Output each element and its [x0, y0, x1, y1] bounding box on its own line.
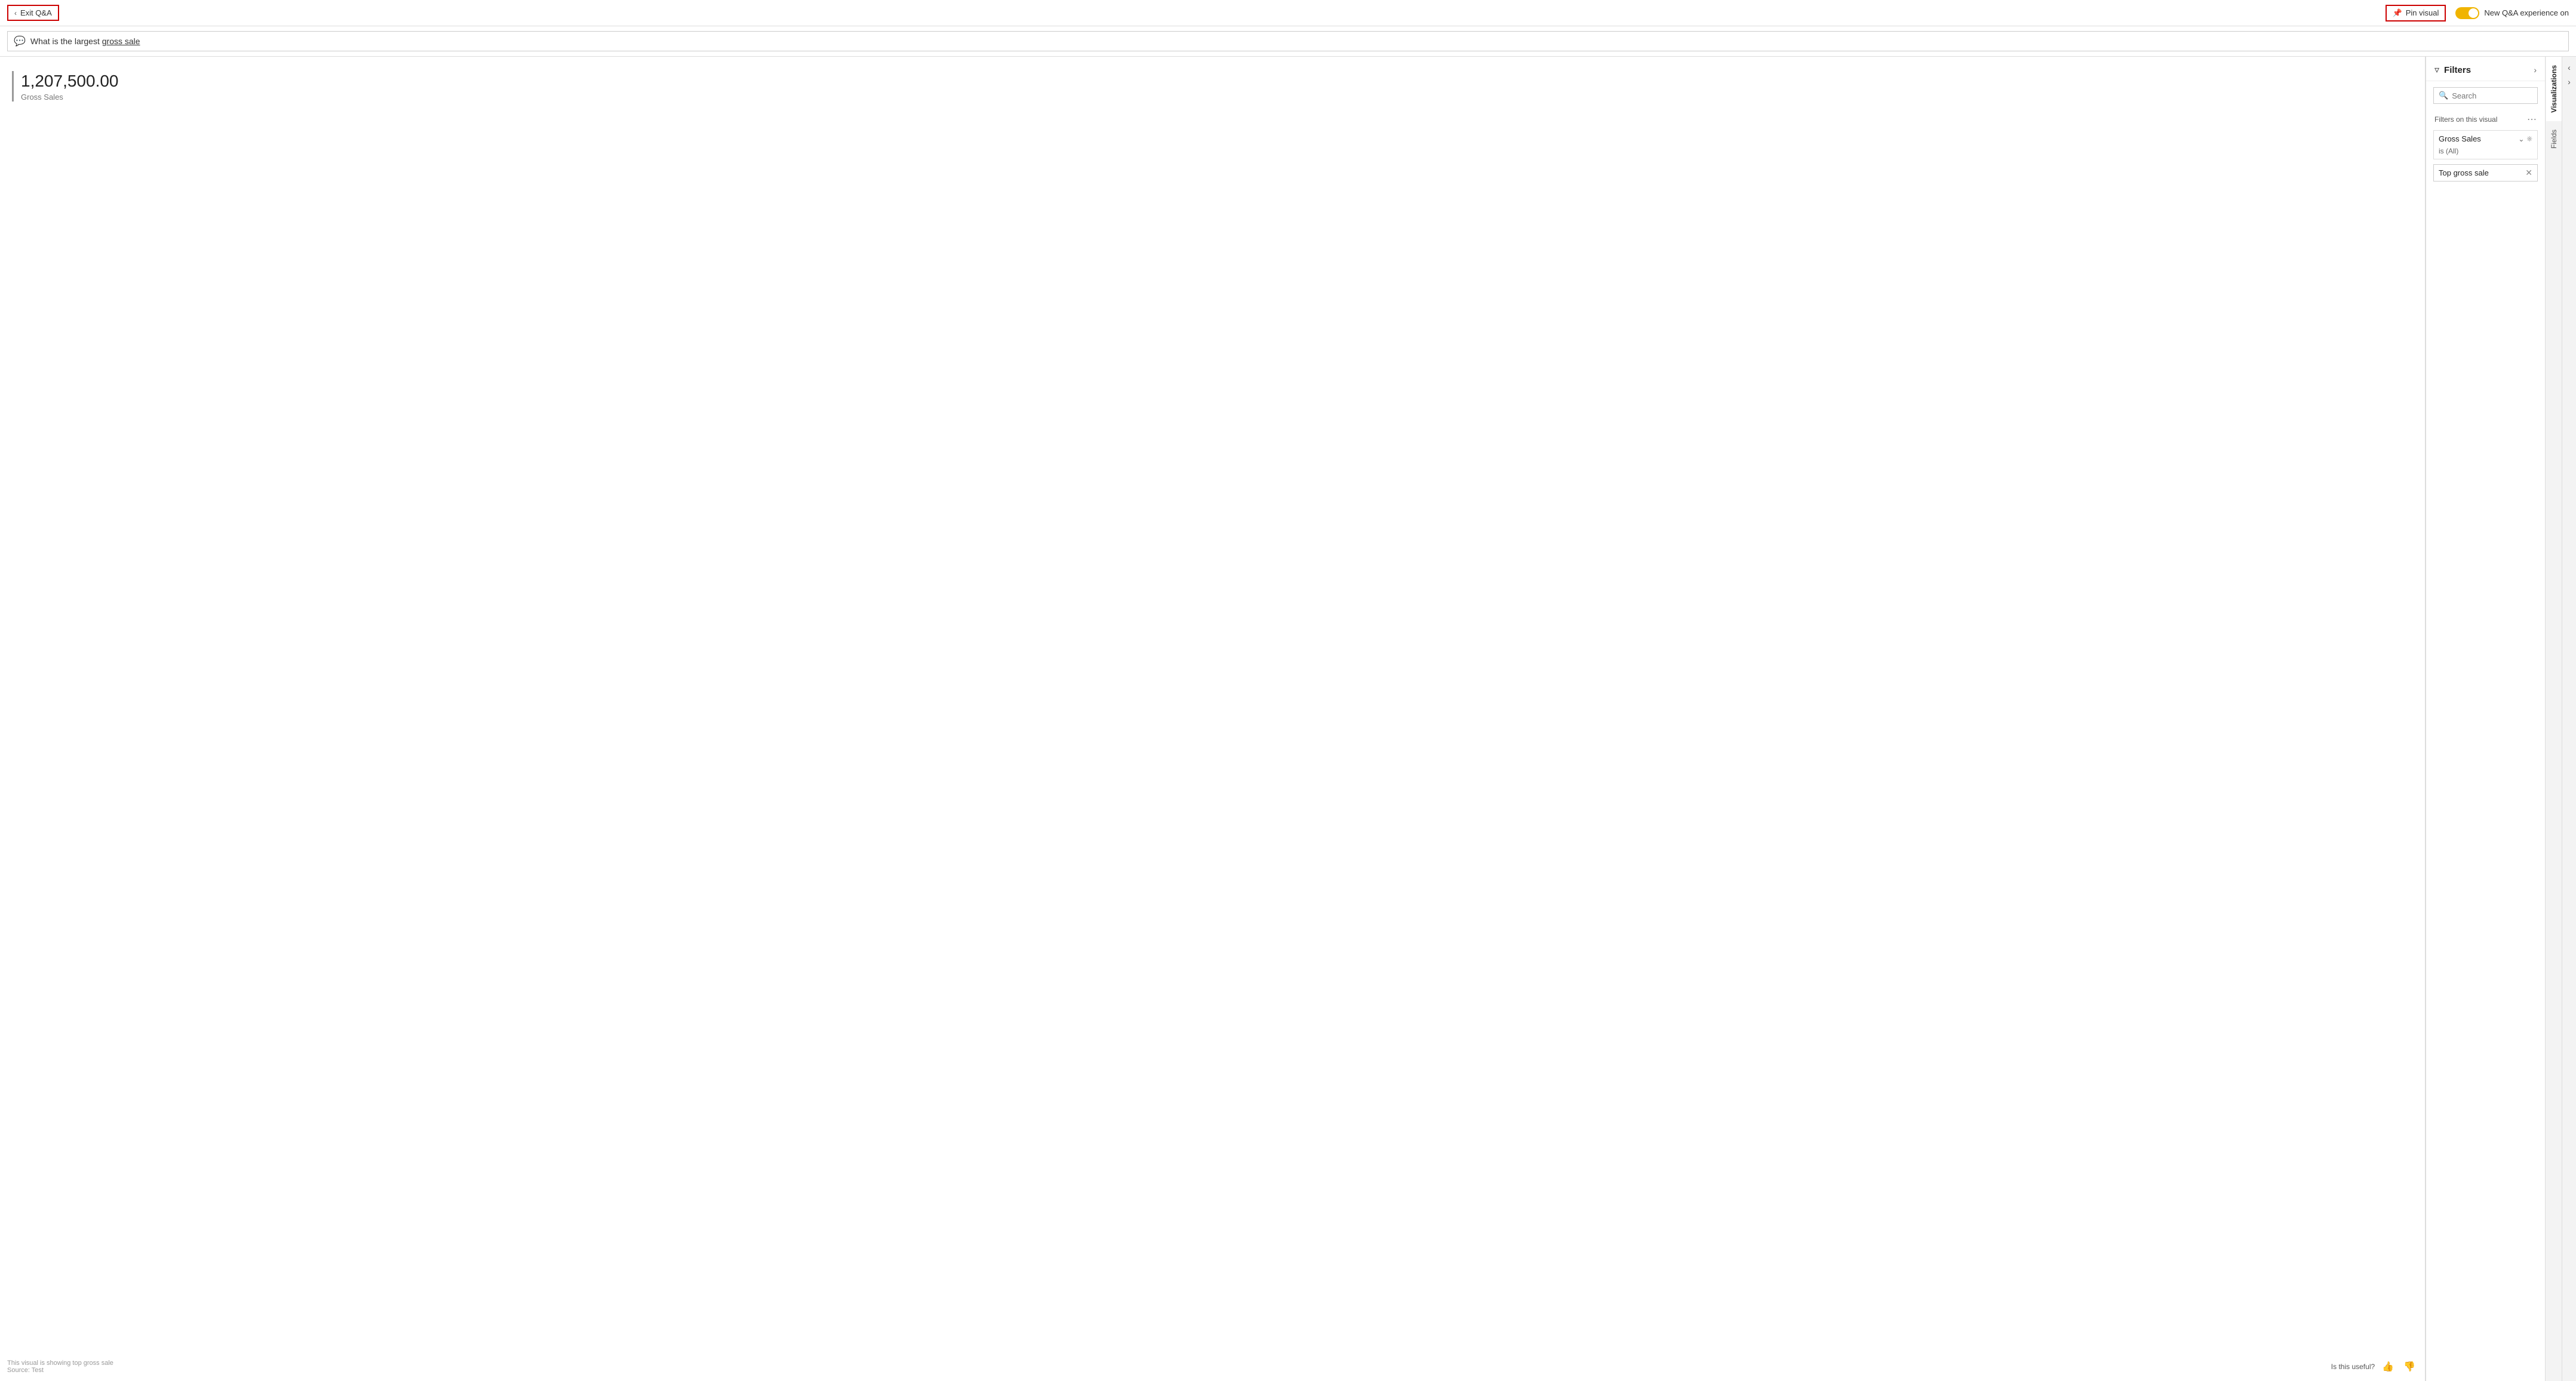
bottom-info: This visual is showing top gross sale So…: [7, 1360, 113, 1374]
filter-item-name: Gross Sales: [2439, 134, 2481, 143]
qna-input-wrapper[interactable]: 💬 What is the largest gross sale: [7, 31, 2569, 51]
filter-item-controls: ⌄ ⎈: [2518, 134, 2532, 143]
qna-input-text[interactable]: What is the largest gross sale: [30, 36, 2562, 46]
filters-more-button[interactable]: ⋯: [2527, 113, 2537, 125]
filter-item-value: is (All): [2434, 147, 2537, 159]
chat-icon: 💬: [14, 35, 26, 47]
filter-clear-icon[interactable]: ⎈: [2526, 134, 2532, 143]
qna-query-underlined: gross sale: [102, 36, 140, 46]
filters-section-text: Filters on this visual: [2434, 115, 2497, 124]
filters-title: Filters: [2444, 65, 2471, 75]
feedback-label: Is this useful?: [2331, 1362, 2375, 1371]
visual-area: 1,207,500.00 Gross Sales This visual is …: [0, 57, 2425, 1381]
filters-panel: ▿ Filters › 🔍 Filters on this visual ⋯ G…: [2426, 57, 2545, 1381]
right-tabs: Visualizations Fields: [2545, 57, 2562, 1381]
exit-qna-button[interactable]: ‹ Exit Q&A: [7, 5, 59, 21]
top-bar-left: ‹ Exit Q&A: [7, 5, 59, 21]
filters-search-wrapper[interactable]: 🔍: [2433, 87, 2538, 104]
toggle-area: New Q&A experience on: [2455, 7, 2569, 19]
value-display: 1,207,500.00 Gross Sales: [12, 71, 2413, 102]
toggle-track: [2455, 7, 2479, 19]
main-content: 1,207,500.00 Gross Sales This visual is …: [0, 57, 2576, 1381]
collapse-btn-area: ‹ ›: [2562, 57, 2576, 1381]
pin-visual-button[interactable]: 📌 Pin visual: [2386, 5, 2446, 21]
bottom-text-line1: This visual is showing top gross sale: [7, 1360, 113, 1367]
feedback-area: Is this useful? 👍 👎: [2331, 1360, 2418, 1374]
filter-tag-close-button[interactable]: ✕: [2525, 168, 2532, 178]
filter-chevron-icon[interactable]: ⌄: [2518, 135, 2524, 143]
search-icon: 🔍: [2439, 91, 2448, 100]
exit-qna-label: Exit Q&A: [20, 8, 52, 17]
new-experience-toggle[interactable]: [2455, 7, 2479, 19]
filter-icon: ▿: [2434, 64, 2439, 76]
thumbs-up-button[interactable]: 👍: [2380, 1360, 2396, 1374]
chevron-left-icon: ‹: [14, 9, 17, 17]
pin-icon: 📌: [2393, 8, 2402, 18]
filters-search-input[interactable]: [2452, 91, 2532, 100]
bottom-text-line2: Source: Test: [7, 1367, 113, 1374]
filters-expand-button[interactable]: ›: [2534, 65, 2537, 75]
value-number: 1,207,500.00: [21, 71, 2413, 91]
qna-query-text: What is the largest: [30, 36, 102, 46]
toggle-thumb: [2469, 8, 2478, 18]
tab-visualizations[interactable]: Visualizations: [2546, 57, 2562, 121]
top-bar-right: 📌 Pin visual New Q&A experience on: [2386, 5, 2569, 21]
thumbs-down-button[interactable]: 👎: [2401, 1360, 2418, 1374]
toggle-label: New Q&A experience on: [2484, 8, 2569, 17]
filter-item-header: Gross Sales ⌄ ⎈: [2434, 131, 2537, 147]
filters-title-area: ▿ Filters: [2434, 64, 2471, 76]
value-label: Gross Sales: [21, 93, 2413, 102]
filter-item: Gross Sales ⌄ ⎈ is (All): [2433, 130, 2538, 159]
qna-input-row: 💬 What is the largest gross sale: [0, 26, 2576, 57]
collapse-left-button[interactable]: ‹: [2565, 60, 2573, 75]
collapse-right-button[interactable]: ›: [2565, 75, 2573, 89]
filters-header: ▿ Filters ›: [2426, 57, 2545, 81]
filter-tag: Top gross sale ✕: [2433, 164, 2538, 182]
pin-visual-label: Pin visual: [2406, 8, 2439, 17]
tab-fields[interactable]: Fields: [2546, 121, 2562, 157]
filters-section-label: Filters on this visual ⋯: [2426, 110, 2545, 128]
filter-tag-text: Top gross sale: [2439, 168, 2489, 177]
top-bar: ‹ Exit Q&A 📌 Pin visual New Q&A experien…: [0, 0, 2576, 26]
